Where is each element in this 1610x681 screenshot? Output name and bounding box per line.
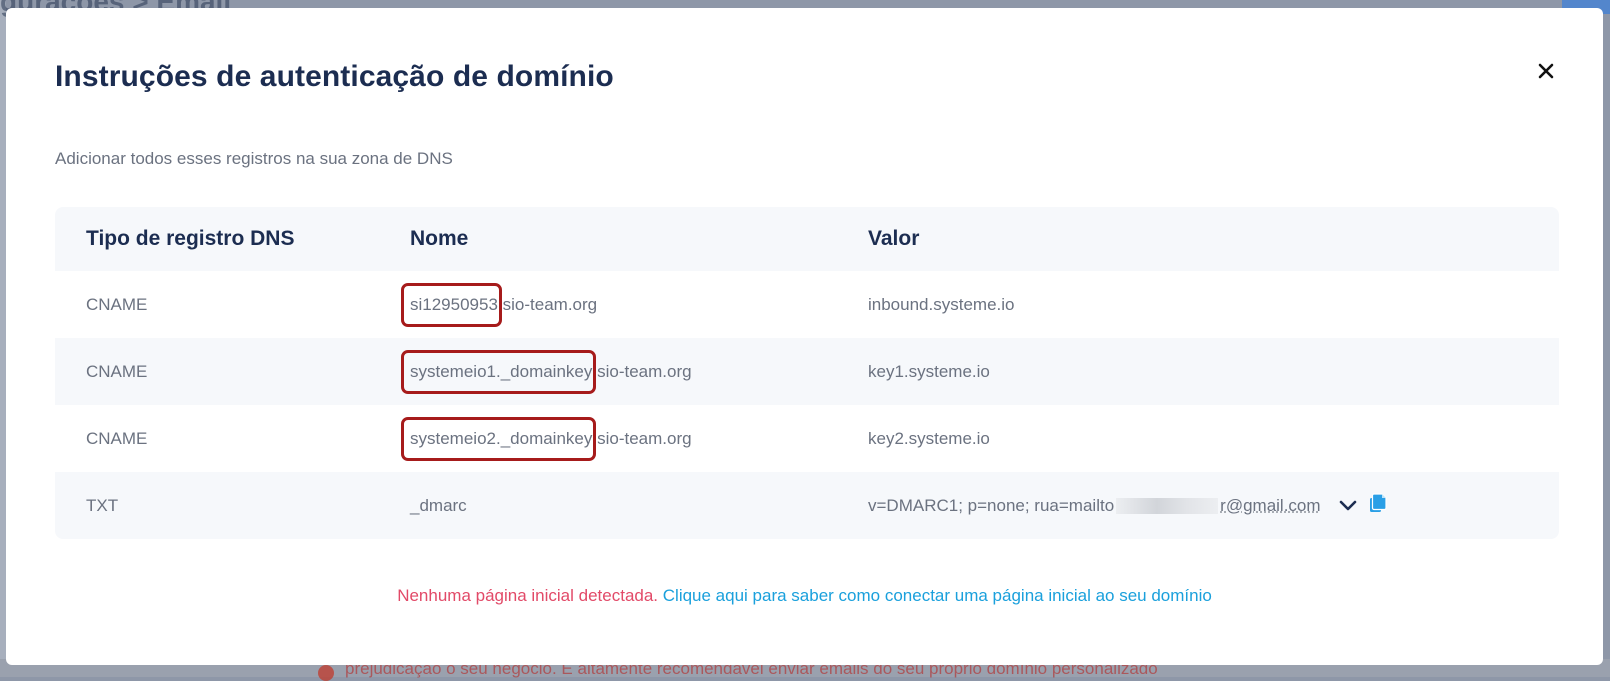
table-row: CNAME systemeio1._domainkey .sio-team.org… bbox=[55, 338, 1559, 405]
connect-landing-page-link[interactable]: Clique aqui para saber como conectar uma… bbox=[663, 586, 1212, 605]
record-type: CNAME bbox=[86, 428, 148, 448]
table-header-row: Tipo de registro DNS Nome Valor bbox=[55, 207, 1559, 271]
domain-auth-modal: Instruções de autenticação de domínio Ad… bbox=[6, 8, 1603, 665]
record-value: inbound.systeme.io bbox=[868, 294, 1015, 314]
close-icon bbox=[1538, 63, 1554, 79]
record-name: si12950953 .sio-team.org bbox=[401, 271, 598, 338]
background-alert-icon bbox=[318, 665, 334, 681]
table-row: CNAME systemeio2._domainkey .sio-team.org… bbox=[55, 405, 1559, 472]
highlighted-name-part: systemeio2._domainkey bbox=[400, 416, 597, 461]
landing-page-notice: Nenhuma página inicial detectada. Clique… bbox=[6, 586, 1603, 606]
table-row: CNAME si12950953 .sio-team.org inbound.sy… bbox=[55, 271, 1559, 338]
record-name-suffix: .sio-team.org bbox=[592, 428, 692, 448]
header-name: Nome bbox=[410, 227, 469, 250]
record-type: CNAME bbox=[86, 294, 148, 314]
chevron-down-icon bbox=[1339, 500, 1356, 510]
record-name-suffix: .sio-team.org bbox=[497, 294, 598, 314]
table-row: TXT _dmarc v=DMARC1; p=none; rua=mailto … bbox=[55, 472, 1559, 539]
record-value: v=DMARC1; p=none; rua=mailto r@gmail.com bbox=[868, 472, 1387, 539]
no-landing-page-warning: Nenhuma página inicial detectada. bbox=[397, 586, 659, 605]
modal-title: Instruções de autenticação de domínio bbox=[55, 60, 614, 93]
copy-value-button[interactable] bbox=[1369, 492, 1387, 513]
record-name: systemeio1._domainkey .sio-team.org bbox=[400, 338, 692, 405]
record-value: key1.systeme.io bbox=[868, 361, 990, 381]
record-name-suffix: .sio-team.org bbox=[592, 361, 692, 381]
record-value: key2.systeme.io bbox=[868, 428, 990, 448]
expand-value-button[interactable] bbox=[1339, 500, 1357, 512]
close-button[interactable] bbox=[1530, 55, 1562, 87]
modal-subtitle: Adicionar todos esses registros na sua z… bbox=[55, 149, 453, 168]
record-name: systemeio2._domainkey .sio-team.org bbox=[400, 405, 692, 472]
header-value: Valor bbox=[868, 227, 920, 250]
highlighted-name-part: si12950953 bbox=[401, 282, 502, 327]
record-type: TXT bbox=[86, 495, 119, 515]
dns-records-table: Tipo de registro DNS Nome Valor CNAME si… bbox=[55, 207, 1559, 539]
copy-icon bbox=[1369, 492, 1387, 512]
dmarc-value-suffix: r@gmail.com bbox=[1220, 495, 1321, 515]
dmarc-value-prefix: v=DMARC1; p=none; rua=mailto bbox=[868, 495, 1115, 515]
highlighted-name-part: systemeio1._domainkey bbox=[400, 349, 597, 394]
redacted-email bbox=[1116, 497, 1219, 514]
record-name: _dmarc bbox=[410, 495, 467, 515]
record-type: CNAME bbox=[86, 361, 148, 381]
header-record-type: Tipo de registro DNS bbox=[86, 227, 295, 250]
